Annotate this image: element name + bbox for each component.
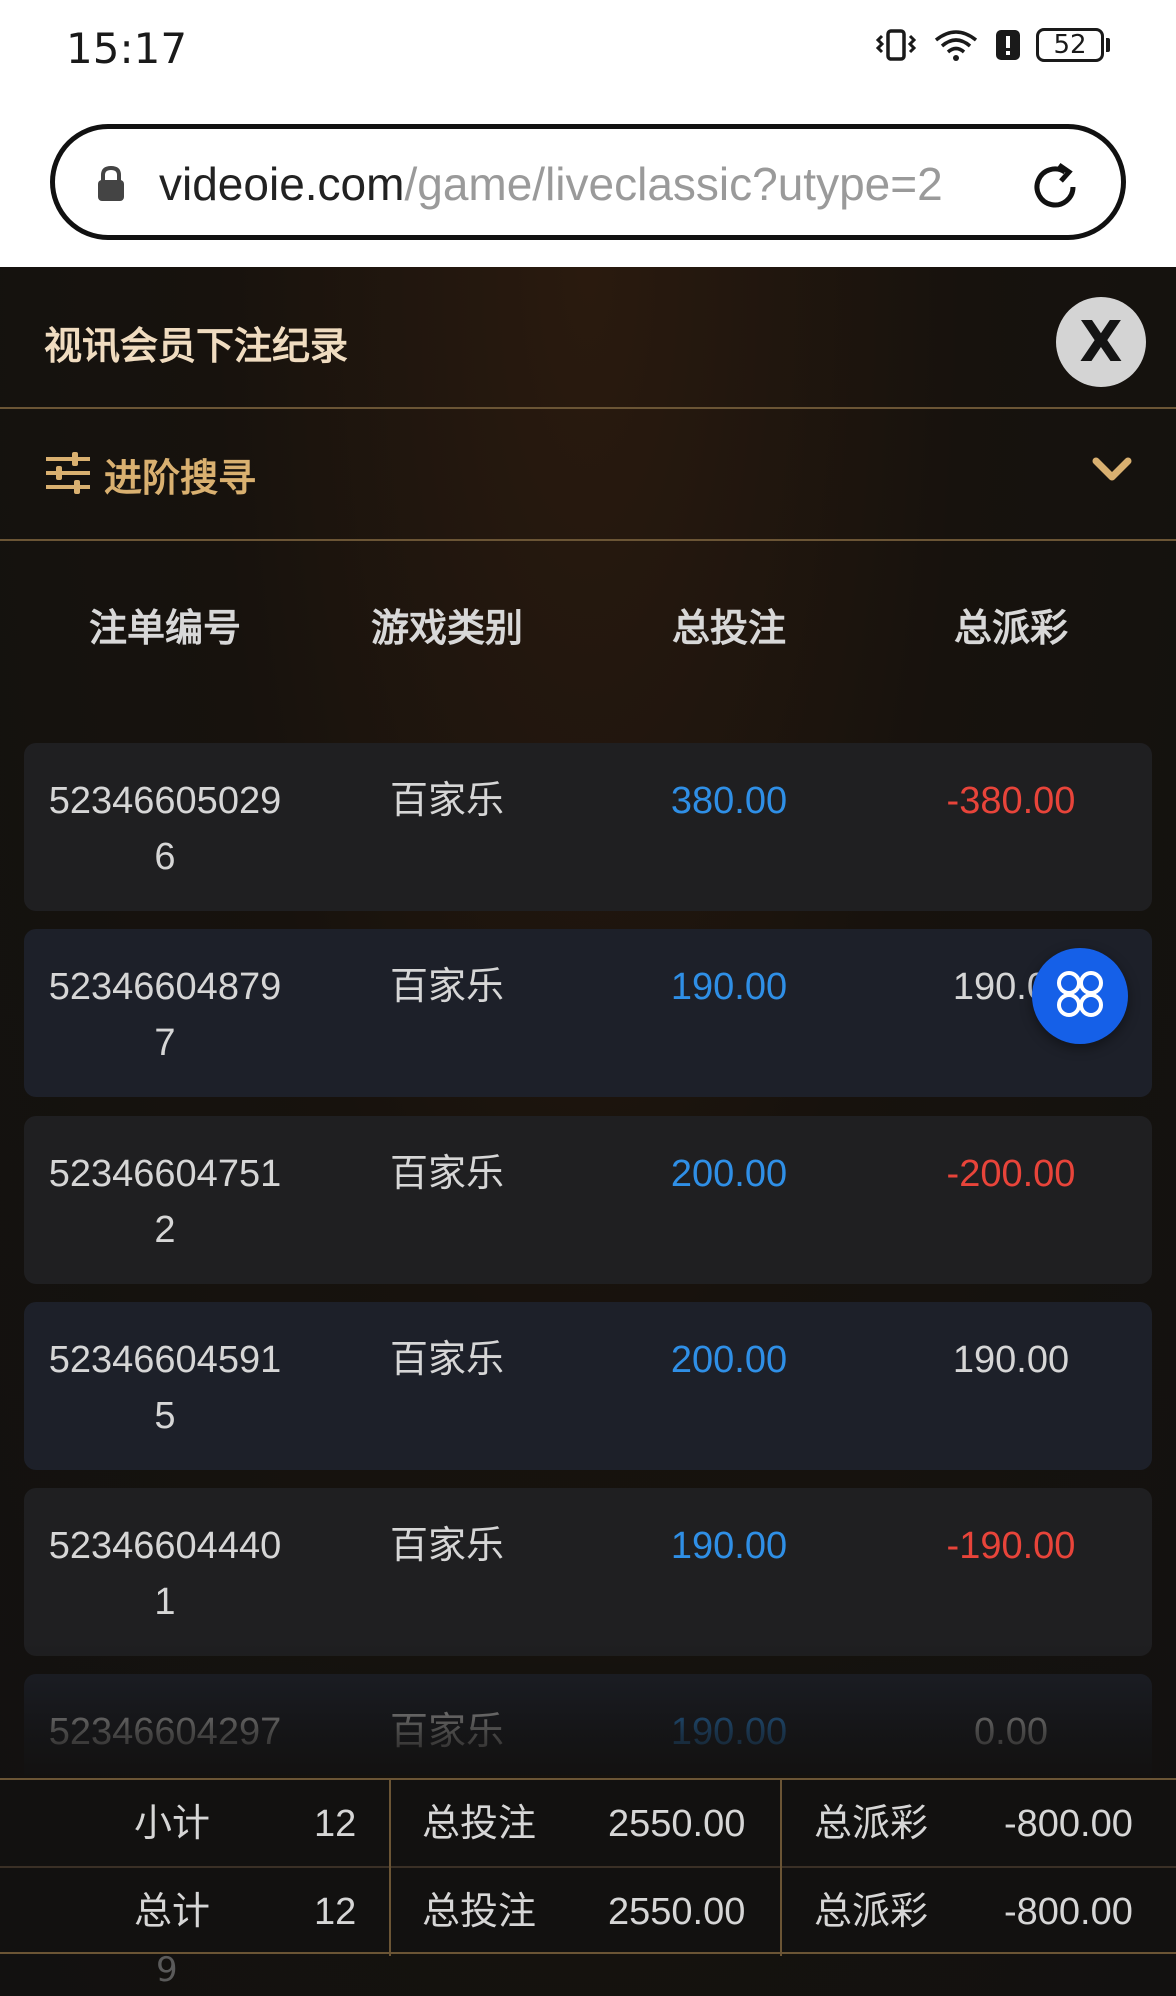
- total-bet-cell: 380.00: [670, 780, 788, 822]
- bet-id-line2: 6: [154, 836, 176, 878]
- sliders-icon: [44, 451, 92, 499]
- lock-icon: [95, 165, 127, 207]
- wifi-icon: [932, 28, 980, 62]
- panel-title: 视讯会员下注纪录: [44, 324, 349, 368]
- total-payout-cell: 0.00: [974, 1711, 1048, 1753]
- total-payout-cell: -380.00: [946, 780, 1076, 822]
- table-row[interactable]: 52346605029 6 百家乐 380.00 -380.00: [24, 743, 1152, 911]
- bet-list[interactable]: 52346605029 6 百家乐 380.00 -380.00 52346604…: [24, 743, 1152, 1775]
- reload-icon[interactable]: [1025, 157, 1085, 221]
- table-row[interactable]: 52346604591 5 百家乐 200.00 190.00: [24, 1302, 1152, 1470]
- alert-icon: [994, 28, 1022, 62]
- vibrate-icon: [874, 28, 918, 62]
- advanced-search-toggle[interactable]: 进阶搜寻: [0, 409, 1176, 541]
- bet-record-panel: 视讯会员下注纪录 X 进阶搜寻 注单编号 游戏类别 总投注 总派彩 523466…: [0, 267, 1176, 1996]
- battery-tip: [1106, 38, 1110, 52]
- bet-id-line2: 5: [154, 1395, 176, 1437]
- floating-menu-button[interactable]: [1032, 948, 1128, 1044]
- bet-id-cell: 52346604751 2: [24, 1116, 306, 1284]
- total-payout-cell: 190.00: [952, 1339, 1070, 1381]
- header-total-bet: 总投注: [671, 606, 786, 650]
- panel-header: 视讯会员下注纪录 X: [0, 267, 1176, 409]
- bet-id-line1: 52346604879: [48, 966, 282, 1008]
- bet-id-line2: 2: [154, 1209, 176, 1251]
- bet-id-cell: 52346604879 7: [24, 929, 306, 1097]
- game-type-cell: 百家乐: [389, 780, 504, 822]
- total-payout-label: 总派彩: [814, 1891, 929, 1933]
- bet-id-line1: 52346604751: [48, 1153, 282, 1195]
- header-game-type: 游戏类别: [370, 606, 523, 650]
- advanced-search-label: 进阶搜寻: [104, 456, 257, 500]
- status-icons: 52: [874, 28, 1110, 62]
- total-bet-cell: 190.00: [670, 1525, 788, 1567]
- bet-id-line1: 52346604440: [48, 1525, 282, 1567]
- status-bar: 15:17 52: [0, 0, 1176, 100]
- total-label: 总计: [134, 1891, 211, 1933]
- total-bet-cell: 190.00: [670, 1711, 788, 1753]
- total-bet-cell: 200.00: [670, 1339, 788, 1381]
- header-total-payout: 总派彩: [953, 606, 1068, 650]
- bet-id-line2: 7: [154, 1022, 176, 1064]
- subtotal-bet-label: 总投注: [422, 1803, 537, 1845]
- bet-id-overflow-line: 9: [156, 1950, 178, 1990]
- subtotal-payout-label: 总派彩: [814, 1803, 929, 1845]
- game-type-cell: 百家乐: [389, 966, 504, 1008]
- bet-id-line2: 1: [154, 1581, 176, 1623]
- bet-id-line1: 52346604297: [48, 1711, 282, 1753]
- bet-id-line1: 52346604591: [48, 1339, 282, 1381]
- table-row[interactable]: 52346604297 百家乐 190.00 0.00: [24, 1674, 1152, 1775]
- battery-level: 52: [1036, 28, 1104, 62]
- menu-grid-icon: [1052, 966, 1108, 1026]
- bet-id-cell: 52346604297: [24, 1674, 306, 1775]
- game-type-cell: 百家乐: [389, 1153, 504, 1195]
- table-row[interactable]: 52346604751 2 百家乐 200.00 -200.00: [24, 1116, 1152, 1284]
- total-bet-label: 总投注: [422, 1891, 537, 1933]
- table-row[interactable]: 52346604879 7 百家乐 190.00 190.00: [24, 929, 1152, 1097]
- status-time: 15:17: [66, 24, 188, 73]
- subtotal-payout-value: -800.00: [1004, 1803, 1133, 1845]
- table-row[interactable]: 52346604440 1 百家乐 190.00 -190.00: [24, 1488, 1152, 1656]
- battery-indicator: 52: [1036, 28, 1110, 62]
- total-bet-cell: 190.00: [670, 966, 788, 1008]
- bet-id-cell: 52346604440 1: [24, 1488, 306, 1656]
- summary-footer: 小计 12 总投注 2550.00 总派彩 -800.00 总计 12 总投注 …: [0, 1778, 1176, 1956]
- close-button[interactable]: X: [1056, 297, 1146, 387]
- total-bet-value: 2550.00: [608, 1891, 746, 1933]
- total-payout-cell: -200.00: [946, 1153, 1076, 1195]
- subtotal-row: 小计 12 总投注 2550.00 总派彩 -800.00: [0, 1780, 1176, 1868]
- total-payout-cell: -190.00: [946, 1525, 1076, 1567]
- address-bar[interactable]: videoie.com/game/liveclassic?utype=2: [50, 124, 1126, 240]
- total-count: 12: [314, 1891, 357, 1933]
- total-payout-value: -800.00: [1004, 1891, 1133, 1933]
- game-type-cell: 百家乐: [389, 1711, 504, 1753]
- game-type-cell: 百家乐: [389, 1339, 504, 1381]
- total-bet-cell: 200.00: [670, 1153, 788, 1195]
- bet-id-cell: 52346604591 5: [24, 1302, 306, 1470]
- column-divider: [389, 1780, 391, 1956]
- bet-id-cell: 52346605029 6: [24, 743, 306, 911]
- url-path: /game/liveclassic?utype=2: [404, 158, 943, 210]
- header-bet-id: 注单编号: [88, 606, 241, 650]
- subtotal-count: 12: [314, 1803, 357, 1845]
- bet-id-line1: 52346605029: [48, 780, 282, 822]
- browser-toolbar: videoie.com/game/liveclassic?utype=2: [0, 100, 1176, 267]
- subtotal-label: 小计: [134, 1803, 211, 1845]
- column-divider: [780, 1780, 782, 1956]
- total-row: 总计 12 总投注 2550.00 总派彩 -800.00: [0, 1868, 1176, 1956]
- subtotal-bet-value: 2550.00: [608, 1803, 746, 1845]
- chevron-down-icon[interactable]: [1092, 455, 1132, 487]
- game-type-cell: 百家乐: [389, 1525, 504, 1567]
- table-header: 注单编号 游戏类别 总投注 总派彩: [0, 597, 1176, 667]
- url-text[interactable]: videoie.com/game/liveclassic?utype=2: [159, 157, 943, 211]
- url-host: videoie.com: [159, 158, 405, 210]
